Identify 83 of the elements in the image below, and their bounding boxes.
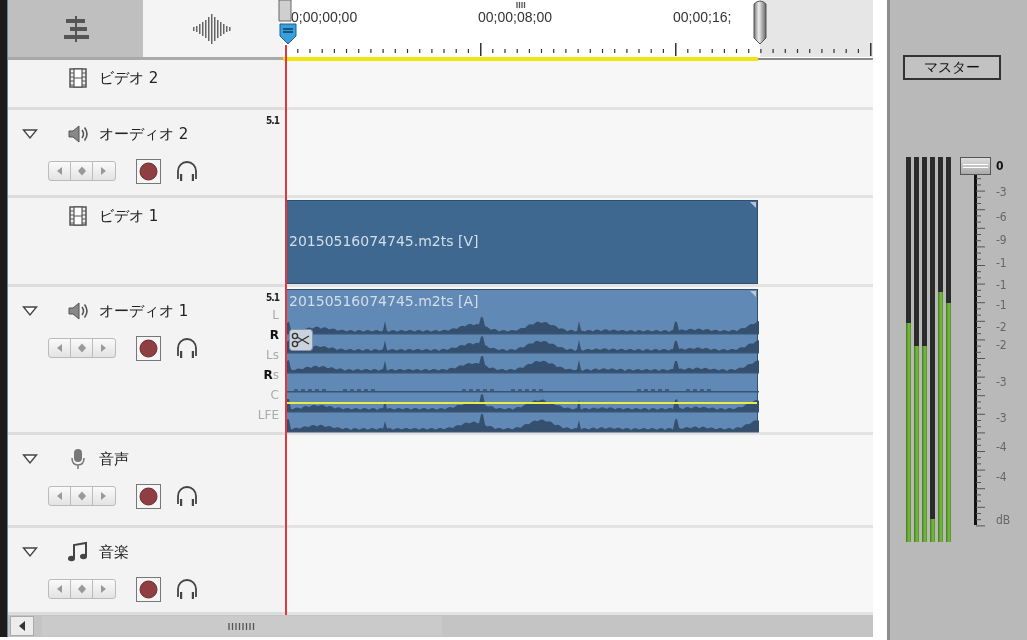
marker-icon [516, 2, 526, 8]
triangle-left-icon [55, 491, 64, 501]
scrollbar-thumb[interactable] [42, 616, 442, 636]
view-tab[interactable] [8, 0, 143, 57]
scale-label: -1 [995, 256, 1007, 270]
speaker-icon [67, 124, 89, 144]
record-button[interactable] [136, 158, 161, 184]
headphones-icon[interactable] [175, 577, 199, 601]
scale-label: -3 [995, 411, 1007, 425]
scale-label: -1 [995, 278, 1007, 292]
channel-label: Rs [263, 367, 279, 384]
track-name: ビデオ 2 [99, 68, 159, 88]
record-button[interactable] [136, 335, 161, 361]
track-name: ビデオ 1 [99, 206, 159, 226]
triangle-right-icon [100, 166, 108, 176]
grip-icon [228, 622, 256, 630]
timecode: 00;00;08;00 [478, 9, 552, 25]
channel-label: LFE [257, 407, 279, 424]
film-icon [69, 68, 87, 88]
scale-label: 0 [995, 159, 1004, 173]
scale-label: -9 [995, 233, 1007, 247]
diamond-icon [77, 343, 86, 353]
track-name: 音声 [99, 449, 129, 469]
channel-label: C [270, 387, 279, 404]
headphones-icon[interactable] [175, 484, 199, 508]
speaker-icon [67, 301, 89, 321]
diamond-icon [77, 491, 86, 501]
playhead-marker[interactable] [279, 23, 297, 45]
expand-toggle[interactable] [22, 305, 38, 317]
clip-label: 20150516074745.m2ts [A] [289, 293, 479, 309]
expand-toggle[interactable] [22, 546, 38, 558]
timecode: 0;00;00;00 [291, 9, 358, 25]
scissors-icon [289, 329, 313, 351]
view-tab[interactable] [143, 0, 283, 57]
scale-label: -2 [995, 338, 1007, 352]
scroll-left-button[interactable] [10, 616, 34, 636]
triangle-right-icon [100, 491, 108, 501]
diamond-icon [77, 166, 86, 176]
film-icon [69, 206, 87, 226]
clip-label: 20150516074745.m2ts [V] [289, 233, 479, 249]
channel-format-label: 5.1 [266, 291, 279, 305]
channel-label: L [272, 307, 279, 324]
triangle-left-icon [55, 584, 64, 594]
scale-label: dB [995, 513, 1011, 527]
channel-name-button[interactable]: マスター [903, 55, 1001, 80]
scale-label: -6 [995, 210, 1007, 224]
record-icon [139, 486, 158, 506]
scale-label: -4 [995, 440, 1007, 454]
video-clip[interactable]: 20150516074745.m2ts [V] [286, 200, 758, 284]
work-area-bar[interactable] [283, 57, 873, 61]
microphone-icon [70, 448, 86, 470]
timecode: 00;00;16; [673, 9, 732, 25]
triangle-left-icon [55, 166, 64, 176]
triangle-right-icon [100, 584, 108, 594]
scale-label: -2 [995, 320, 1007, 334]
scale-label: -3 [995, 375, 1007, 389]
track-name: 音楽 [99, 542, 129, 562]
headphones-icon[interactable] [175, 336, 199, 360]
record-icon [139, 579, 158, 599]
triangle-left-icon [18, 621, 26, 631]
expand-toggle[interactable] [22, 453, 38, 465]
track-name: オーディオ 2 [99, 124, 189, 144]
record-button[interactable] [136, 576, 161, 602]
scale-label: -1 [995, 298, 1007, 312]
headphones-icon[interactable] [175, 159, 199, 183]
record-icon [139, 161, 158, 181]
diamond-icon [77, 584, 86, 594]
slider-thumb[interactable] [960, 157, 991, 175]
triangle-right-icon [100, 343, 108, 353]
channel-label: Ls [266, 347, 279, 364]
channel-format-label: 5.1 [266, 114, 279, 128]
record-button[interactable] [136, 483, 161, 509]
triangle-left-icon [55, 343, 64, 353]
track-name: オーディオ 1 [99, 301, 189, 321]
scale-label: -4 [995, 470, 1007, 484]
range-handle[interactable] [278, 0, 292, 22]
channel-label: R [269, 327, 279, 344]
range-handle[interactable] [752, 0, 768, 45]
scale-label: -3 [995, 185, 1007, 199]
expand-toggle[interactable] [22, 128, 38, 140]
record-icon [139, 338, 158, 358]
music-note-icon [67, 541, 89, 563]
audio-clip[interactable]: 20150516074745.m2ts [A] [286, 289, 758, 432]
